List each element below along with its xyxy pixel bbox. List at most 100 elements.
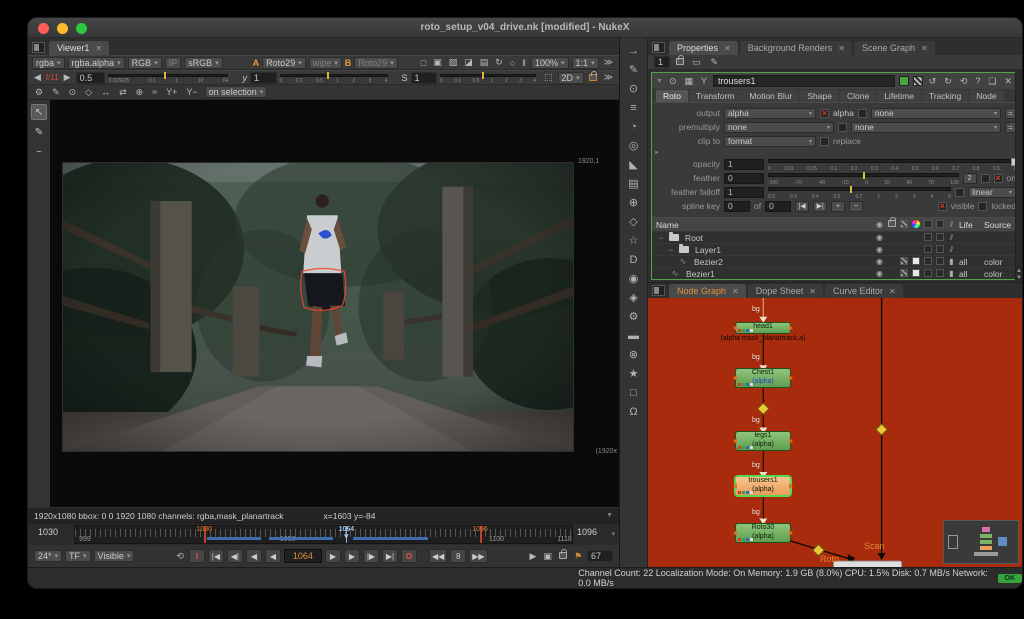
goto-end-button[interactable]: ▶|	[382, 549, 398, 563]
a-buffer-dropdown[interactable]: Roto29▾	[262, 57, 306, 69]
filter-menu-icon[interactable]: ◎	[623, 136, 645, 155]
color-menu-icon[interactable]: ◔	[623, 117, 645, 136]
alpha-checkbox[interactable]: ×	[820, 109, 829, 118]
close-panel-icon[interactable]: ✕	[1002, 76, 1014, 87]
zoom-window-button[interactable]	[76, 23, 87, 34]
frame-increment-button[interactable]: ▶▶	[469, 549, 487, 563]
postage-stamp-icon[interactable]	[913, 76, 923, 86]
roto-point-icon[interactable]: ⊙	[67, 87, 79, 98]
feather-extra-checkbox[interactable]: ×	[981, 174, 990, 183]
premult2-checkbox[interactable]: ×	[838, 123, 847, 132]
tab-dope-sheet[interactable]: Dope Sheet ✕	[748, 284, 823, 298]
cylinder-menu-icon[interactable]: □	[623, 383, 645, 402]
roto-smooth-icon[interactable]: ↔	[99, 87, 112, 97]
opacity-field[interactable]: 1	[724, 159, 764, 170]
falloff-slider[interactable]: 0.20.30.40.50.712345	[768, 186, 951, 199]
delete-key-button[interactable]: −	[849, 201, 863, 212]
deep-menu-icon[interactable]: D	[623, 250, 645, 269]
b-buffer-dropdown[interactable]: Roto29▾	[354, 57, 398, 69]
minimize-window-button[interactable]	[57, 23, 68, 34]
node-trousers1[interactable]: trousers1 (alpha)	[735, 476, 791, 496]
zoom-dropdown[interactable]: 100%▾	[531, 57, 569, 69]
redo-icon[interactable]: ↻	[942, 76, 954, 87]
layer-dropdown[interactable]: rgba.alpha▾	[68, 57, 125, 69]
node-roto30[interactable]: Roto30 (alpha)	[735, 523, 791, 543]
colorspace-dropdown[interactable]: sRGB▾	[184, 57, 223, 69]
close-icon[interactable]: ✕	[921, 44, 928, 53]
output2-dropdown[interactable]: none▾	[871, 108, 1001, 119]
close-icon[interactable]: ✕	[95, 44, 102, 53]
next-key-button[interactable]: ▶|	[813, 201, 827, 212]
collapse-icon[interactable]: ≫	[602, 57, 615, 68]
close-window-button[interactable]	[38, 23, 49, 34]
visible-checkbox[interactable]: ×	[938, 202, 947, 211]
proxy-dropdown[interactable]: 1:1▾	[572, 57, 599, 69]
properties-scrollbar[interactable]: ▲ ▼	[1015, 70, 1022, 282]
toolsets-menu-icon[interactable]: ⚙	[623, 307, 645, 326]
checkerboard-icon[interactable]: ▨	[447, 57, 460, 68]
tab-roto[interactable]: Roto	[656, 90, 688, 102]
tab-scene-graph[interactable]: Scene Graph ✕	[854, 41, 935, 55]
pause-icon[interactable]: ‖	[520, 58, 528, 68]
views-menu-icon[interactable]: ◉	[623, 269, 645, 288]
draw-menu-icon[interactable]: ✎	[623, 60, 645, 79]
wipe-dropdown[interactable]: wipe▾	[309, 57, 342, 69]
guides-icon[interactable]: ▤	[478, 57, 491, 68]
goto-start-button[interactable]: |◀	[208, 549, 224, 563]
playhead-marker-icon[interactable]: ▼	[342, 532, 350, 541]
pane-menu-icon[interactable]	[652, 42, 665, 53]
close-icon[interactable]: ✕	[732, 287, 739, 296]
time-menu-icon[interactable]: ⊙	[623, 79, 645, 98]
input-process-button[interactable]: IP	[165, 57, 182, 69]
sparkles-menu-icon[interactable]: ★	[623, 364, 645, 383]
table-row[interactable]: ∿ Bezier2 ◉ ▮ all color	[652, 255, 1018, 267]
roto-feather-icon[interactable]: ≈	[150, 87, 159, 97]
tab-viewer1[interactable]: Viewer1 ✕	[49, 41, 109, 55]
channel-menu-icon[interactable]: ≡	[623, 98, 645, 117]
roto-settings-gear-icon[interactable]: ⚙	[33, 87, 45, 98]
set-in-button[interactable]: I	[189, 549, 205, 563]
fstop-prev-icon[interactable]: ◀	[32, 72, 43, 83]
range-end-field[interactable]: 1096	[577, 527, 597, 537]
node-legs1[interactable]: legs1 (alpha)	[735, 431, 791, 451]
close-icon[interactable]: ✕	[889, 287, 896, 296]
tab-node[interactable]: Node	[969, 90, 1003, 102]
step-back-button[interactable]: ◀	[265, 549, 281, 563]
prev-key-button[interactable]: |◀	[795, 201, 809, 212]
float-panel-icon[interactable]: ❏	[986, 76, 998, 87]
tab-node-graph[interactable]: Node Graph ✕	[669, 284, 746, 298]
bookmark-flag-icon[interactable]: ⚑	[572, 551, 584, 562]
collapse2-icon[interactable]: ≫	[602, 72, 615, 83]
close-icon[interactable]: ✕	[724, 44, 731, 53]
roto-show-points-dropdown[interactable]: on selection▾	[205, 86, 268, 98]
set-out-button[interactable]: O	[401, 549, 417, 563]
falloff-type-dropdown[interactable]: linear▾	[968, 187, 1016, 198]
frame-range-dropdown[interactable]: Visible▾	[94, 550, 135, 562]
clear-panels-icon[interactable]: ▭	[690, 57, 703, 68]
roi-icon[interactable]: ○	[508, 58, 517, 68]
flipbook-icon[interactable]: ▶	[528, 551, 539, 562]
group-disclosure-icon[interactable]: ►	[654, 150, 660, 156]
close-icon[interactable]: ✕	[809, 287, 816, 296]
hide-input-icon[interactable]: Y	[699, 76, 709, 86]
tab-background-renders[interactable]: Background Renders ✕	[740, 41, 852, 55]
fps-display-field[interactable]: 67	[587, 550, 613, 562]
other-menu-icon[interactable]: ▬	[623, 326, 645, 345]
node-graph-canvas[interactable]: bg bg bg bg bg head1 (alpha mask_planart…	[648, 298, 1022, 567]
node-name-field[interactable]: trousers1	[713, 75, 895, 87]
tab-tracking[interactable]: Tracking	[922, 90, 968, 102]
roto-cusp-icon[interactable]: ⊕	[134, 87, 146, 98]
undo-icon[interactable]: ↺	[927, 76, 939, 87]
tab-transform[interactable]: Transform	[689, 90, 741, 102]
falloff-field[interactable]: 1	[724, 187, 764, 198]
node-chest1[interactable]: Chest1 (alpha)	[735, 368, 791, 388]
ofx-menu-icon[interactable]: Ω	[623, 402, 645, 421]
select-tool-icon[interactable]: ↖	[31, 104, 47, 120]
revert-icon[interactable]: ⟲	[958, 76, 970, 87]
frame-format-icon[interactable]: ⬚	[542, 72, 555, 83]
viewer-canvas[interactable]: 1920,1 (1920x	[50, 100, 619, 507]
add-key-button[interactable]: +	[831, 201, 845, 212]
play-forward-button[interactable]: ▶	[344, 549, 360, 563]
fstop-next-icon[interactable]: ▶	[62, 72, 73, 83]
monitor-out-icon[interactable]: □	[419, 58, 428, 68]
